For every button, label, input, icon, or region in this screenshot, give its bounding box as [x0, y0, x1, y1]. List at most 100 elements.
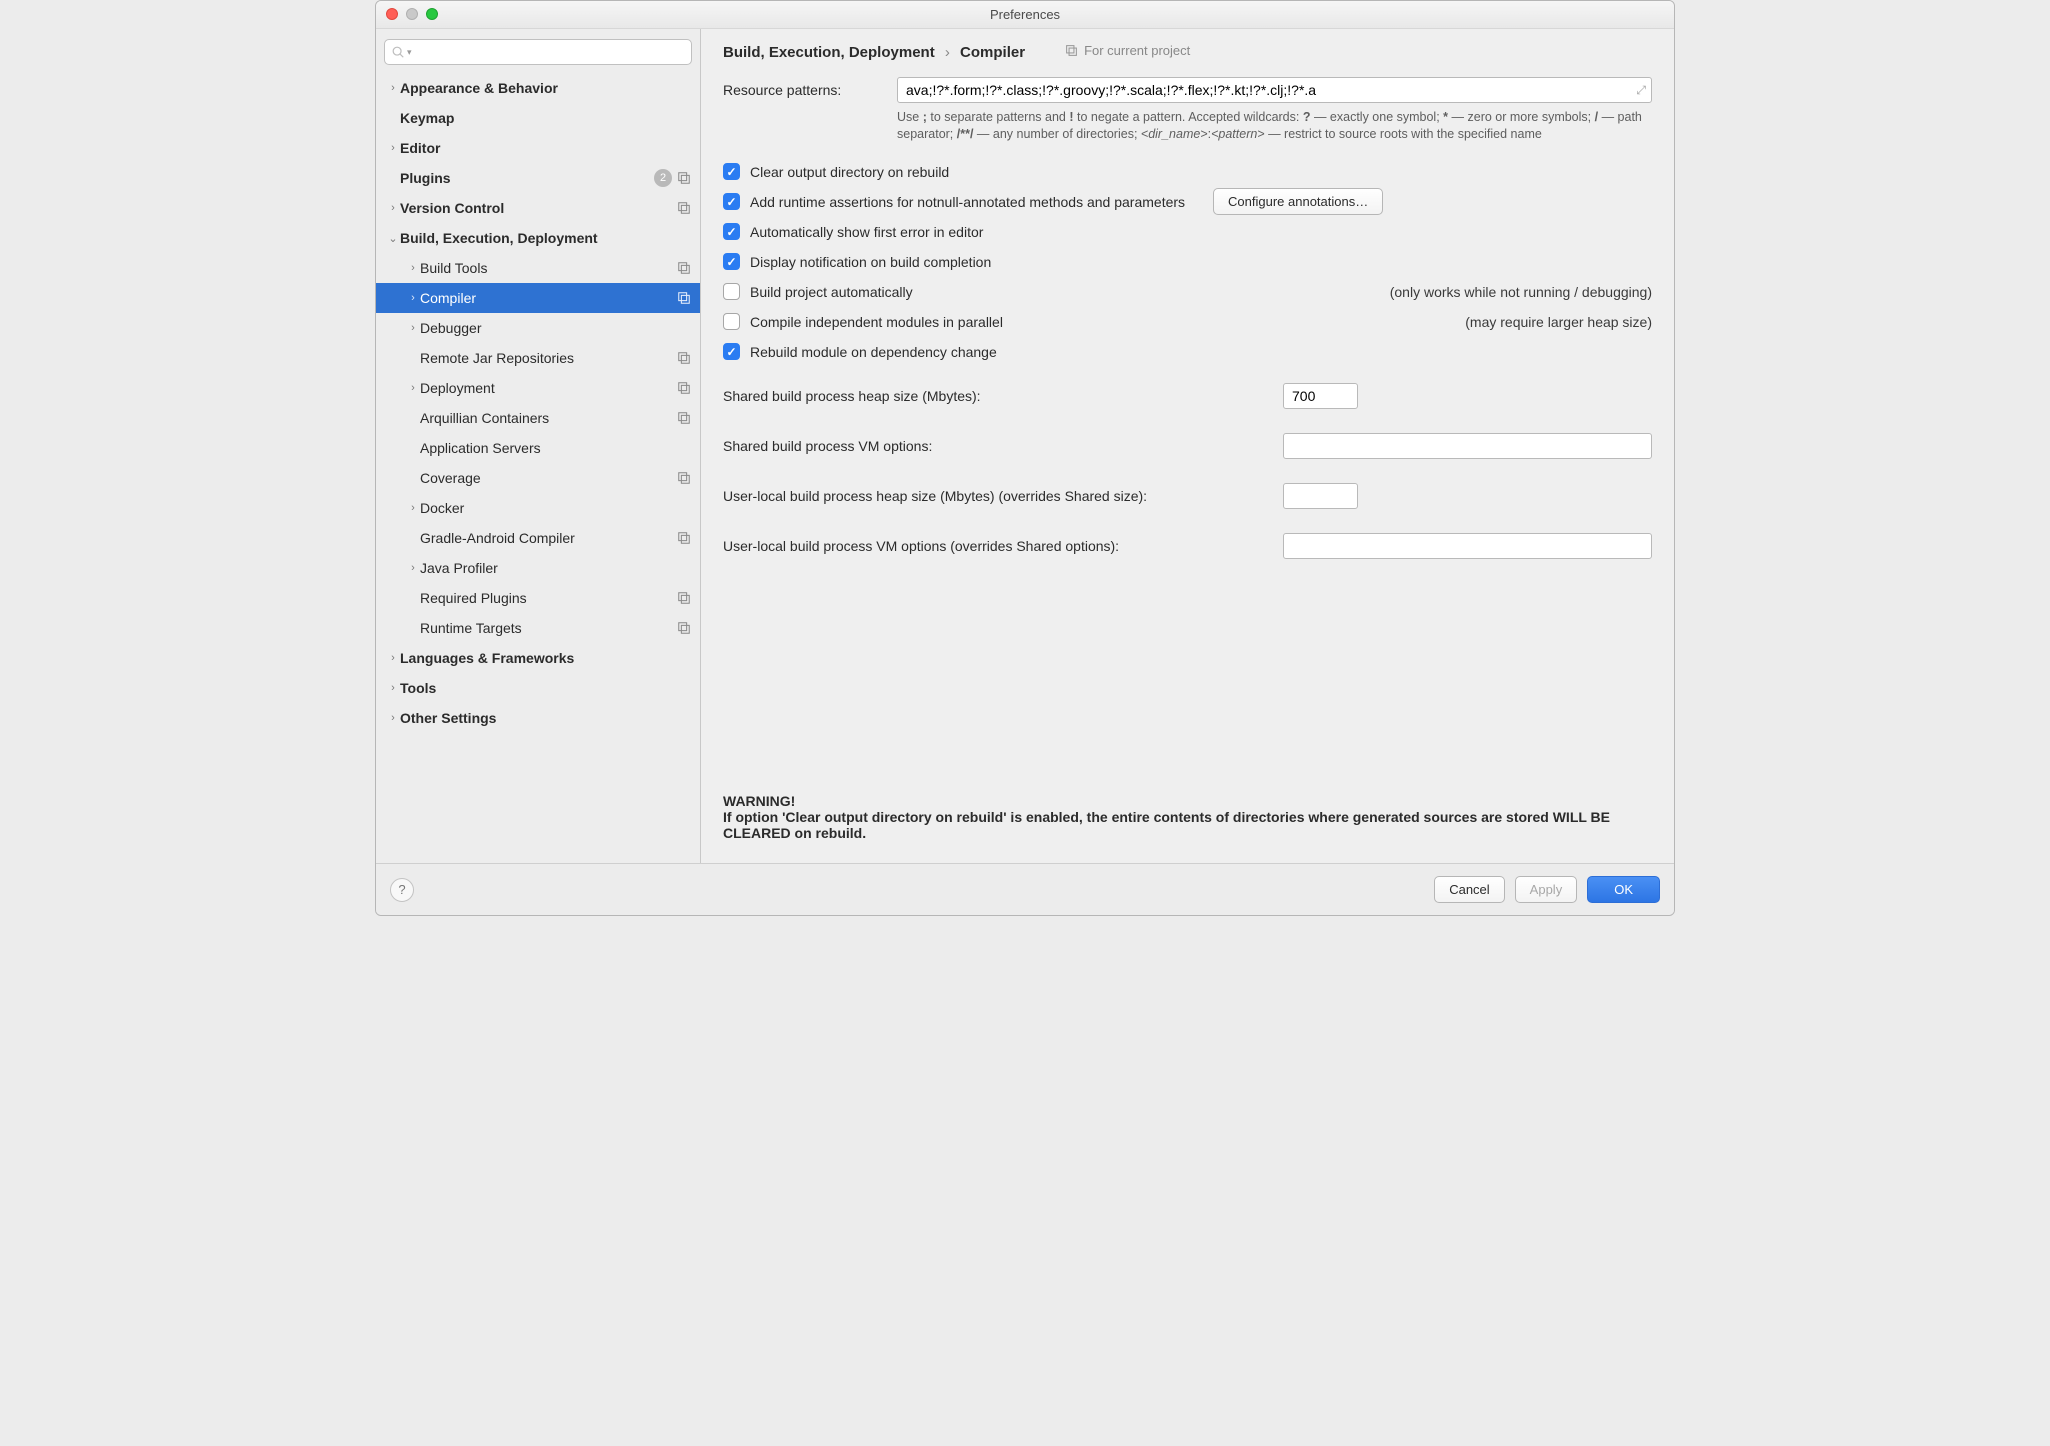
sidebar-item-debugger[interactable]: ›Debugger — [376, 313, 700, 343]
breadcrumb: Build, Execution, Deployment › Compiler — [723, 44, 1025, 61]
sidebar-item-tools[interactable]: ›Tools — [376, 673, 700, 703]
cancel-button[interactable]: Cancel — [1434, 876, 1504, 903]
expand-icon[interactable]: ⤢ — [1636, 83, 1646, 98]
checkbox[interactable] — [723, 163, 740, 180]
sidebar-item-required-plugins[interactable]: Required Plugins — [376, 583, 700, 613]
heap-size-input[interactable] — [1283, 383, 1358, 409]
sidebar-item-arquillian-containers[interactable]: Arquillian Containers — [376, 403, 700, 433]
shared-vm-label: Shared build process VM options: — [723, 438, 1283, 454]
sidebar-item-remote-jar-repositories[interactable]: Remote Jar Repositories — [376, 343, 700, 373]
chevron-right-icon: › — [386, 142, 400, 154]
shared-vm-input[interactable] — [1283, 433, 1652, 459]
chevron-right-icon: › — [406, 562, 420, 574]
check-row: Rebuild module on dependency change — [723, 337, 1652, 367]
project-scope-icon — [676, 200, 692, 216]
dialog-footer: ? Cancel Apply OK — [376, 863, 1674, 915]
checkbox[interactable] — [723, 313, 740, 330]
resource-patterns-label: Resource patterns: — [723, 82, 883, 98]
check-row: Clear output directory on rebuild — [723, 157, 1652, 187]
sidebar-item-label: Plugins — [400, 170, 654, 186]
sidebar-item-label: Languages & Frameworks — [400, 650, 692, 666]
sidebar-item-compiler[interactable]: ›Compiler — [376, 283, 700, 313]
sidebar-item-label: Tools — [400, 680, 692, 696]
project-scope-icon — [676, 470, 692, 486]
checkbox[interactable] — [723, 283, 740, 300]
check-label: Rebuild module on dependency change — [750, 344, 997, 360]
sidebar-item-coverage[interactable]: Coverage — [376, 463, 700, 493]
resource-patterns-input[interactable] — [897, 77, 1652, 103]
settings-tree: ›Appearance & BehaviorKeymap›EditorPlugi… — [376, 71, 700, 863]
breadcrumb-page: Compiler — [960, 44, 1025, 61]
ok-button[interactable]: OK — [1587, 876, 1660, 903]
chevron-right-icon: › — [406, 322, 420, 334]
sidebar-item-keymap[interactable]: Keymap — [376, 103, 700, 133]
sidebar-item-build-execution-deployment[interactable]: ⌄Build, Execution, Deployment — [376, 223, 700, 253]
project-scope-icon — [1065, 44, 1078, 57]
warning-text: WARNING! If option 'Clear output directo… — [723, 785, 1652, 855]
project-scope-icon — [676, 380, 692, 396]
chevron-right-icon: › — [406, 292, 420, 304]
sidebar-item-label: Keymap — [400, 110, 692, 126]
maximize-icon[interactable] — [426, 8, 438, 20]
chevron-right-icon: › — [386, 202, 400, 214]
sidebar-item-label: Coverage — [420, 470, 676, 486]
chevron-right-icon: › — [386, 82, 400, 94]
checkbox[interactable] — [723, 223, 740, 240]
sidebar: ▾ ›Appearance & BehaviorKeymap›EditorPlu… — [376, 29, 701, 863]
sidebar-item-label: Build Tools — [420, 260, 676, 276]
checkbox[interactable] — [723, 343, 740, 360]
minimize-icon[interactable] — [406, 8, 418, 20]
user-vm-input[interactable] — [1283, 533, 1652, 559]
project-scope-icon — [676, 620, 692, 636]
project-scope-icon — [676, 170, 692, 186]
check-label: Add runtime assertions for notnull-annot… — [750, 194, 1185, 210]
chevron-right-icon: › — [386, 652, 400, 664]
project-scope-icon — [676, 290, 692, 306]
sidebar-item-build-tools[interactable]: ›Build Tools — [376, 253, 700, 283]
project-scope-icon — [676, 350, 692, 366]
sidebar-item-languages-frameworks[interactable]: ›Languages & Frameworks — [376, 643, 700, 673]
user-vm-label: User-local build process VM options (ove… — [723, 538, 1283, 554]
search-icon — [391, 45, 405, 59]
help-button[interactable]: ? — [390, 878, 414, 902]
sidebar-item-application-servers[interactable]: Application Servers — [376, 433, 700, 463]
content-body: Resource patterns: ⤢ Use ; to separate p… — [701, 67, 1674, 863]
check-row: Build project automatically(only works w… — [723, 277, 1652, 307]
check-row: Automatically show first error in editor — [723, 217, 1652, 247]
heap-size-label: Shared build process heap size (Mbytes): — [723, 388, 1283, 404]
sidebar-item-plugins[interactable]: Plugins2 — [376, 163, 700, 193]
sidebar-item-label: Compiler — [420, 290, 676, 306]
apply-button[interactable]: Apply — [1515, 876, 1578, 903]
check-row: Display notification on build completion — [723, 247, 1652, 277]
sidebar-item-label: Java Profiler — [420, 560, 692, 576]
sidebar-item-deployment[interactable]: ›Deployment — [376, 373, 700, 403]
preferences-window: Preferences ▾ ›Appearance & BehaviorKeym… — [375, 0, 1675, 916]
content-pane: Build, Execution, Deployment › Compiler … — [701, 29, 1674, 863]
check-row: Add runtime assertions for notnull-annot… — [723, 187, 1652, 217]
sidebar-item-label: Runtime Targets — [420, 620, 676, 636]
configure-annotations-button[interactable]: Configure annotations… — [1213, 188, 1383, 215]
close-icon[interactable] — [386, 8, 398, 20]
search-history-icon[interactable]: ▾ — [407, 47, 412, 58]
user-heap-input[interactable] — [1283, 483, 1358, 509]
sidebar-item-gradle-android-compiler[interactable]: Gradle-Android Compiler — [376, 523, 700, 553]
user-heap-label: User-local build process heap size (Mbyt… — [723, 488, 1283, 504]
sidebar-item-appearance-behavior[interactable]: ›Appearance & Behavior — [376, 73, 700, 103]
search-input[interactable]: ▾ — [384, 39, 692, 65]
sidebar-item-version-control[interactable]: ›Version Control — [376, 193, 700, 223]
sidebar-item-label: Arquillian Containers — [420, 410, 676, 426]
sidebar-item-label: Build, Execution, Deployment — [400, 230, 692, 246]
chevron-down-icon: ⌄ — [386, 232, 400, 245]
sidebar-item-label: Debugger — [420, 320, 692, 336]
sidebar-item-java-profiler[interactable]: ›Java Profiler — [376, 553, 700, 583]
sidebar-item-label: Appearance & Behavior — [400, 80, 692, 96]
sidebar-item-other-settings[interactable]: ›Other Settings — [376, 703, 700, 733]
sidebar-item-editor[interactable]: ›Editor — [376, 133, 700, 163]
sidebar-item-docker[interactable]: ›Docker — [376, 493, 700, 523]
window-title: Preferences — [990, 7, 1060, 22]
chevron-right-icon: › — [406, 262, 420, 274]
checkbox[interactable] — [723, 193, 740, 210]
breadcrumb-section: Build, Execution, Deployment — [723, 44, 935, 61]
sidebar-item-runtime-targets[interactable]: Runtime Targets — [376, 613, 700, 643]
checkbox[interactable] — [723, 253, 740, 270]
